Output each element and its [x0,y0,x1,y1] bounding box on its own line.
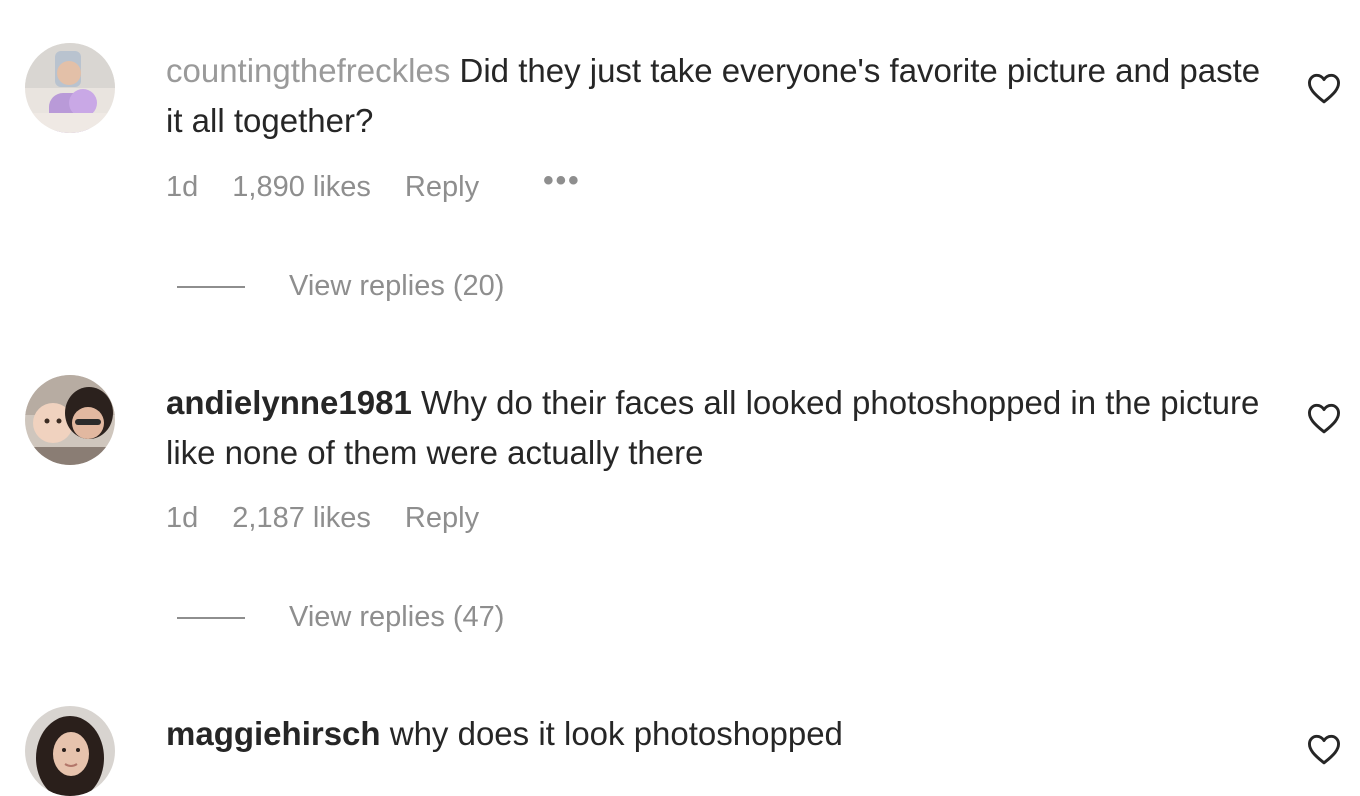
comment-meta: 1d 1,890 likes Reply ••• [166,164,615,204]
avatar[interactable] [25,706,115,796]
more-options-icon[interactable]: ••• [543,164,581,198]
comment-text: why does it look photoshopped [389,715,843,752]
comment-time: 1d [166,170,199,203]
avatar[interactable] [25,375,115,465]
avatar-image [25,43,115,133]
heart-outline-icon[interactable] [1306,733,1342,765]
avatar-image [25,375,115,465]
comment-body: andielynne1981 Why do their faces all lo… [166,378,1276,478]
comment-time: 1d [166,502,199,534]
comment-username[interactable]: maggiehirsch [166,715,381,752]
reply-button[interactable]: Reply [405,171,479,204]
comment-meta: 1d 2,187 likes Reply [166,502,513,535]
divider-line [177,285,245,288]
heart-outline-icon[interactable] [1306,72,1342,104]
reply-button[interactable]: Reply [405,502,479,535]
comment-username[interactable]: andielynne1981 [166,384,412,421]
heart-outline-icon[interactable] [1306,402,1342,434]
comment-likes[interactable]: 2,187 likes [232,502,371,535]
view-replies-button[interactable]: View replies (20) [177,270,504,303]
comment-body: countingthefreckles Did they just take e… [166,46,1276,146]
comment-body: maggiehirsch why does it look photoshopp… [166,709,1276,759]
avatar[interactable] [25,43,115,133]
view-replies-button[interactable]: View replies (47) [177,601,504,634]
avatar-image [25,706,115,796]
view-replies-label: View replies (47) [289,601,505,633]
view-replies-label: View replies (20) [289,270,505,302]
comment-username[interactable]: countingthefreckles [166,52,450,89]
comment-likes[interactable]: 1,890 likes [232,171,371,204]
divider-line [177,616,245,619]
